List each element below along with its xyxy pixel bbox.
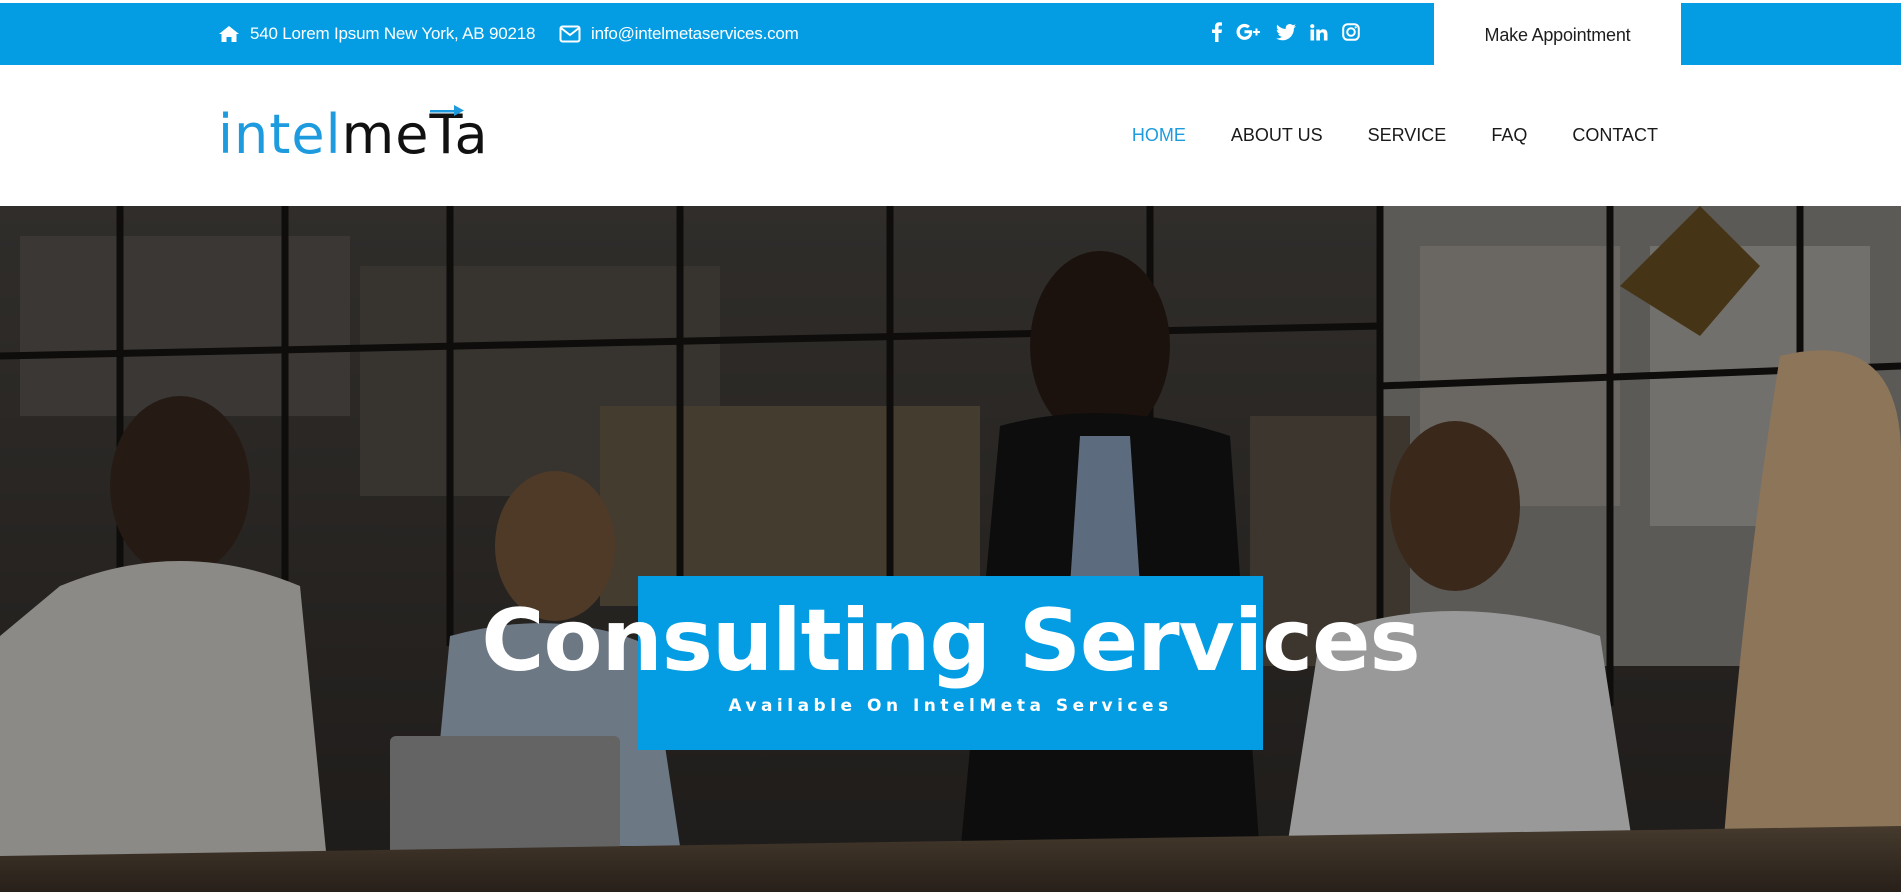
envelope-icon	[559, 25, 581, 43]
instagram-icon[interactable]	[1342, 21, 1360, 43]
logo-arrow-icon	[429, 105, 464, 116]
make-appointment-button[interactable]: Make Appointment	[1434, 3, 1681, 68]
twitter-icon[interactable]	[1276, 21, 1296, 43]
logo-text-meta: meTa	[341, 103, 489, 166]
hero-background-image	[0, 206, 1901, 892]
site-logo[interactable]: intel meTa	[218, 105, 489, 165]
nav-item-home[interactable]: HOME	[1132, 125, 1186, 146]
hero-section: Consulting Services Available On IntelMe…	[0, 206, 1901, 892]
site-header: intel meTa HOME ABOUT US SERVICE FAQ CON…	[0, 65, 1901, 212]
hero-title: Consulting Services	[481, 591, 1420, 691]
google-plus-icon[interactable]	[1236, 21, 1262, 43]
nav-item-about-us[interactable]: ABOUT US	[1231, 125, 1323, 146]
nav-item-contact[interactable]: CONTACT	[1572, 125, 1658, 146]
nav-item-faq[interactable]: FAQ	[1491, 125, 1527, 146]
hero-subtitle: Available On IntelMeta Services	[728, 696, 1173, 716]
main-nav: HOME ABOUT US SERVICE FAQ CONTACT	[1087, 65, 1658, 206]
social-links	[1212, 3, 1374, 61]
facebook-icon[interactable]	[1212, 21, 1222, 43]
address-text: 540 Lorem Ipsum New York, AB 90218	[250, 24, 536, 43]
email-text[interactable]: info@intelmetaservices.com	[591, 24, 799, 44]
linkedin-icon[interactable]	[1310, 21, 1328, 43]
address-info: 540 Lorem Ipsum New York, AB 90218	[218, 3, 535, 65]
logo-text-intel: intel	[218, 103, 342, 166]
nav-item-service[interactable]: SERVICE	[1368, 125, 1447, 146]
top-bar: 540 Lorem Ipsum New York, AB 90218 info@…	[0, 0, 1901, 68]
email-info[interactable]: info@intelmetaservices.com	[559, 3, 799, 65]
home-icon	[219, 26, 239, 42]
